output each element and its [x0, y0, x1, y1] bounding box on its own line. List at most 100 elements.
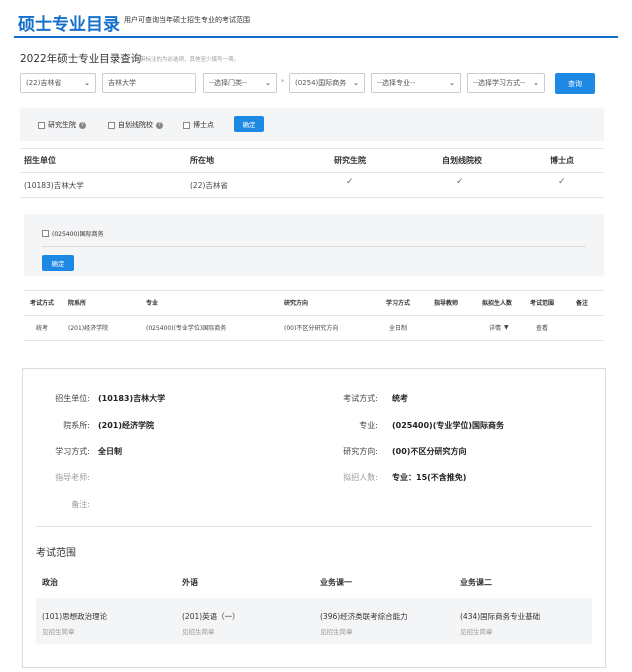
search-hint: 带标注的为必选项，其他至少填写一项。	[140, 57, 240, 63]
exam-col-subject-one: 业务课一	[320, 578, 352, 587]
check-icon: ✓	[558, 177, 566, 187]
col-department: 院系所	[68, 300, 87, 307]
check-icon: ✓	[346, 177, 354, 187]
panel-divider	[42, 246, 586, 247]
checkbox[interactable]	[108, 121, 115, 129]
major-option[interactable]: (025400)国际商务	[42, 229, 104, 238]
self-line-label: 自划线院校	[118, 121, 153, 129]
table-divider	[24, 340, 604, 341]
category-select[interactable]: --选择门类-- ⌄	[203, 73, 277, 93]
chevron-down-icon: ⌄	[84, 79, 90, 87]
school-unit-link[interactable]: (10183)吉林大学	[24, 180, 84, 191]
doctorate-label: 博士点	[193, 121, 214, 129]
search-title: 2022年硕士专业目录查询	[20, 53, 142, 65]
detail-study-mode-value: 全日制	[98, 447, 122, 456]
chevron-down-icon: ⌄	[353, 79, 359, 87]
detail-remarks-label: 备注:	[71, 500, 90, 509]
col-remarks: 备注	[576, 300, 589, 307]
checkbox[interactable]	[38, 121, 45, 129]
chevron-down-icon: ⌄	[265, 79, 271, 87]
query-button[interactable]: 查询	[555, 73, 595, 94]
enrollment-details-toggle[interactable]: 详情 ▼	[489, 323, 509, 332]
exam-col-politics: 政治	[42, 578, 58, 587]
exam-link-politics[interactable]: 见招生简章	[42, 626, 75, 636]
caret-down-icon: ▼	[504, 324, 509, 331]
detail-major-value: (025400)(专业学位)国际商务	[392, 421, 505, 430]
grad-school-filter[interactable]: 研究生院 ?	[38, 120, 86, 130]
major-option-label: (025400)国际商务	[52, 231, 104, 238]
detail-enrollment-label: 拟招人数:	[343, 473, 378, 482]
required-mark: *	[281, 78, 285, 86]
exam-link-subject-one[interactable]: 见招生简章	[320, 626, 353, 636]
chevron-down-icon: ⌄	[449, 79, 455, 87]
view-scope-link[interactable]: 查看	[536, 323, 548, 332]
row-department: (201)经济学院	[68, 325, 109, 332]
col-major: 专业	[146, 300, 159, 307]
self-line-filter[interactable]: 自划线院校 ?	[108, 120, 163, 130]
exam-link-language[interactable]: 见招生简章	[182, 626, 215, 636]
header-divider	[14, 36, 618, 38]
detail-exam-mode-value: 统考	[392, 394, 408, 403]
detail-exam-mode-label: 考试方式:	[343, 394, 378, 403]
exam-subject-politics: (101)思想政治理论	[42, 612, 108, 621]
discipline-select[interactable]: (0254)国际商务 ⌄	[289, 73, 365, 93]
help-icon[interactable]: ?	[156, 121, 163, 129]
row-exam-mode: 统考	[36, 325, 49, 332]
page-subtitle: 用户可查询当年硕士招生专业的考试范围	[124, 16, 250, 24]
exam-scope-title: 考试范围	[36, 548, 76, 559]
detail-department-value: (201)经济学院	[98, 421, 155, 430]
table-divider	[24, 290, 604, 291]
detail-department-label: 院系所:	[63, 421, 90, 430]
col-enrollment: 拟招生人数	[482, 300, 513, 307]
category-select-value: --选择门类--	[209, 79, 248, 87]
col-grad-school: 研究生院	[334, 156, 366, 165]
table-divider	[24, 315, 604, 316]
exam-subject-one: (396)经济类联考综合能力	[320, 612, 408, 621]
checkbox[interactable]	[183, 121, 190, 129]
exam-col-language: 外语	[182, 578, 198, 587]
exam-link-subject-two[interactable]: 见招生简章	[460, 626, 493, 636]
enrollment-details-label: 详情	[489, 325, 502, 332]
chevron-down-icon: ⌄	[533, 79, 539, 87]
school-input[interactable]: 吉林大学	[102, 73, 196, 93]
detail-study-mode-label: 学习方式:	[55, 447, 90, 456]
grad-school-label: 研究生院	[48, 121, 76, 129]
detail-direction-label: 研究方向:	[343, 447, 378, 456]
detail-direction-value: (00)不区分研究方向	[392, 447, 467, 456]
doctorate-filter[interactable]: 博士点	[183, 120, 214, 130]
major-select[interactable]: --选择专业-- ⌄	[371, 73, 461, 93]
col-self-line: 自划线院校	[442, 156, 482, 165]
filter-confirm-button[interactable]: 确定	[234, 116, 264, 132]
detail-unit-value: (10183)吉林大学	[98, 394, 166, 403]
exam-subject-language: (201)英语（一）	[182, 612, 240, 621]
province-select[interactable]: (22)吉林省 ⌄	[20, 73, 96, 93]
detail-unit-label: 招生单位:	[55, 394, 90, 403]
row-study-mode: 全日制	[389, 325, 408, 332]
exam-col-subject-two: 业务课二	[460, 578, 492, 587]
school-location: (22)吉林省	[190, 181, 228, 190]
study-mode-select[interactable]: --选择学习方式-- ⌄	[467, 73, 545, 93]
discipline-select-value: (0254)国际商务	[295, 79, 347, 87]
table-divider	[20, 197, 604, 198]
col-scope: 考试范围	[530, 300, 555, 307]
col-direction: 研究方向	[284, 300, 309, 307]
detail-enrollment-value: 专业：15(不含推免)	[392, 473, 467, 482]
detail-advisor-label: 指导老师:	[55, 473, 90, 482]
col-location: 所在地	[190, 156, 214, 165]
major-confirm-button[interactable]: 确定	[42, 255, 74, 271]
row-direction: (00)不区分研究方向	[284, 325, 339, 332]
detail-divider	[36, 526, 592, 527]
province-select-value: (22)吉林省	[26, 79, 62, 87]
table-divider	[20, 148, 604, 149]
major-select-value: --选择专业--	[377, 79, 416, 87]
major-filter-panel	[24, 214, 604, 276]
checkbox[interactable]	[42, 230, 49, 237]
col-unit: 招生单位	[24, 156, 56, 165]
col-doctorate: 博士点	[550, 156, 574, 165]
check-icon: ✓	[456, 177, 464, 187]
row-major: (025400)(专业学位)国际商务	[146, 325, 227, 332]
exam-subject-two: (434)国际商务专业基础	[460, 612, 541, 621]
help-icon[interactable]: ?	[79, 121, 86, 129]
school-input-value: 吉林大学	[108, 79, 136, 87]
col-exam-mode: 考试方式	[30, 300, 55, 307]
